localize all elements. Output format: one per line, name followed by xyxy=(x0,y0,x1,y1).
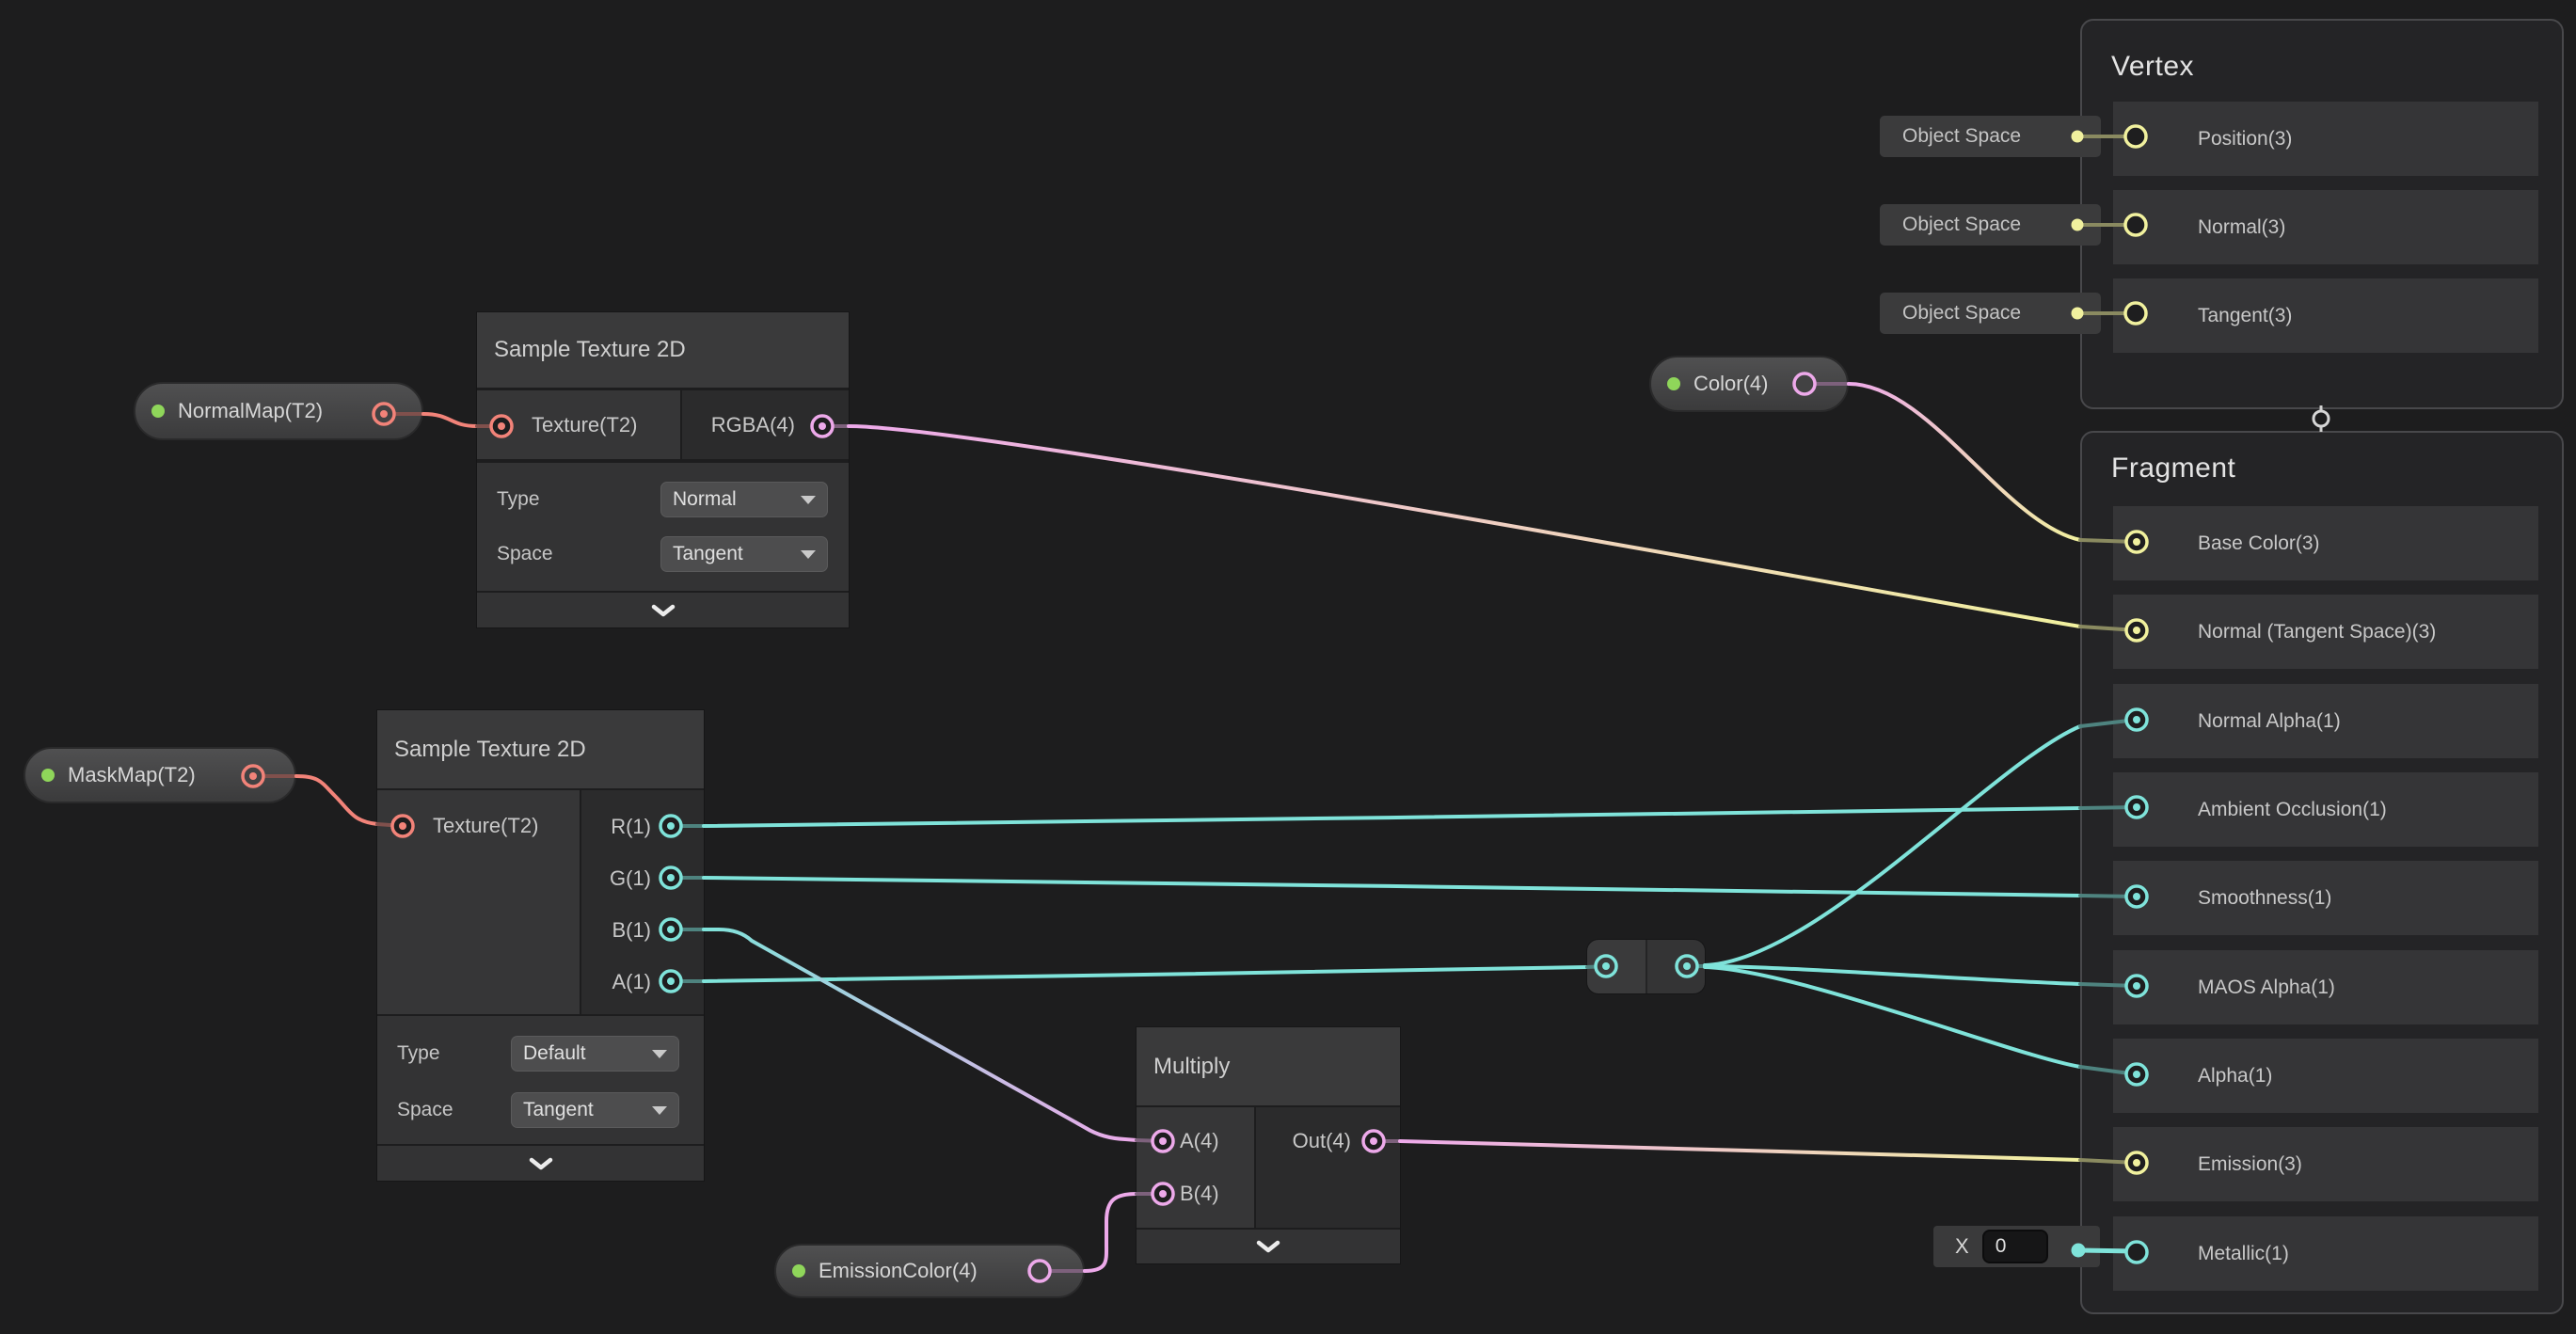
wire-segment[interactable] xyxy=(704,808,2080,826)
wire-segment[interactable] xyxy=(296,776,377,824)
wire-segment[interactable] xyxy=(1705,726,2080,965)
port-fragment-metallic[interactable] xyxy=(2126,1242,2147,1263)
wire-out-to-emission[interactable] xyxy=(1374,1141,2137,1163)
port-redirect-in[interactable] xyxy=(1596,956,1616,977)
objectspace-dot-tangent[interactable] xyxy=(2072,308,2084,320)
wire-segment[interactable] xyxy=(1849,384,2080,540)
port-multiply-a[interactable] xyxy=(1153,1131,1173,1151)
wire-segment[interactable] xyxy=(849,426,2080,627)
wires-and-ports-layer xyxy=(0,0,2576,1334)
wire-segment[interactable] xyxy=(1400,1141,2080,1160)
wire-r-to-ambient-occlusion[interactable] xyxy=(671,807,2137,826)
port-sampletexture-bottom-r[interactable] xyxy=(660,816,681,836)
port-multiply-b[interactable] xyxy=(1153,1183,1173,1204)
objectspace-dot-normal[interactable] xyxy=(2072,219,2084,231)
port-fragment-base-color[interactable] xyxy=(2126,532,2147,552)
port-fragment-maos-alpha[interactable] xyxy=(2126,976,2147,996)
port-fragment-emission[interactable] xyxy=(2126,1152,2147,1173)
shader-graph-canvas[interactable]: { "colors": { "canvas_bg": "#1d1d1e", "w… xyxy=(0,0,2576,1334)
wire-redirect-to-normal-alpha[interactable] xyxy=(1687,720,2137,966)
wire-segment[interactable] xyxy=(423,414,477,426)
port-sampletexture-bottom-a[interactable] xyxy=(660,971,681,992)
x0-port-dot[interactable] xyxy=(2072,1244,2086,1258)
port-maskmap[interactable] xyxy=(243,766,263,786)
context-connector-knob[interactable] xyxy=(2314,411,2329,426)
port-fragment-ambient-occlusion[interactable] xyxy=(2126,797,2147,818)
port-color[interactable] xyxy=(1794,373,1815,394)
port-multiply-out[interactable] xyxy=(1363,1131,1384,1151)
port-sampletexture-top-rgba[interactable] xyxy=(812,416,833,437)
wire-segment[interactable] xyxy=(704,929,1137,1140)
port-sampletexture-bottom-b[interactable] xyxy=(660,919,681,940)
wire-b-to-multiply-a[interactable] xyxy=(671,929,1163,1141)
wire-segment[interactable] xyxy=(704,967,1587,981)
port-normalmap[interactable] xyxy=(374,404,394,424)
objectspace-dot-position[interactable] xyxy=(2072,131,2084,143)
wire-emissioncolor-to-multiply-b[interactable] xyxy=(1040,1194,1163,1271)
context-connector xyxy=(2314,405,2329,432)
port-redirect-out[interactable] xyxy=(1677,956,1697,977)
port-vertex-tangent[interactable] xyxy=(2125,303,2146,324)
wire-g-to-smoothness[interactable] xyxy=(671,878,2137,897)
port-fragment-normal-alpha[interactable] xyxy=(2126,709,2147,730)
port-vertex-normal[interactable] xyxy=(2125,214,2146,235)
port-vertex-position[interactable] xyxy=(2125,126,2146,147)
wire-segment[interactable] xyxy=(1085,1194,1137,1271)
port-fragment-smoothness[interactable] xyxy=(2126,886,2147,907)
port-sampletexture-bottom-texture[interactable] xyxy=(392,816,413,836)
wire-maskmap-to-texture[interactable] xyxy=(253,776,403,826)
port-sampletexture-top-texture[interactable] xyxy=(491,416,512,437)
port-fragment-alpha[interactable] xyxy=(2126,1064,2147,1085)
wire-rgba-to-normal-tangent-space[interactable] xyxy=(822,426,2137,630)
port-sampletexture-bottom-g[interactable] xyxy=(660,867,681,888)
port-emissioncolor[interactable] xyxy=(1029,1261,1050,1281)
wire-normalmap-to-texture[interactable] xyxy=(384,414,501,426)
port-fragment-normal-ts[interactable] xyxy=(2126,620,2147,641)
wire-color-to-base-color[interactable] xyxy=(1805,384,2137,542)
